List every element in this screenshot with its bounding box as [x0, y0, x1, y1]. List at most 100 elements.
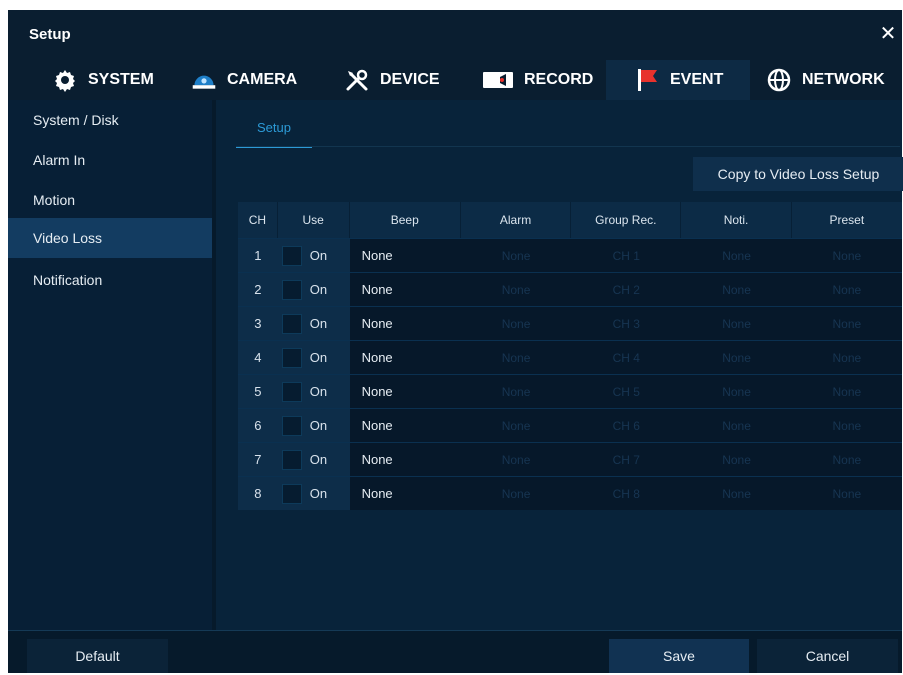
beep-select[interactable]: None [349, 442, 461, 476]
setup-window: Setup ✕ SYSTEM CAMERA DEVICE RECORD EVEN… [8, 10, 903, 673]
use-cell: On [277, 442, 350, 476]
use-checkbox[interactable] [281, 415, 302, 436]
use-label: On [309, 486, 328, 501]
ch-cell: 1 [238, 238, 278, 272]
use-toggle: On [278, 381, 350, 402]
use-label: On [309, 248, 328, 263]
beep-select[interactable]: None [349, 340, 461, 374]
use-checkbox[interactable] [281, 347, 302, 368]
group-rec-select: CH 2 [571, 272, 682, 306]
use-toggle: On [278, 415, 350, 436]
tab-label: RECORD [524, 71, 594, 88]
use-label: On [309, 282, 328, 297]
tab-label: EVENT [670, 71, 724, 88]
flag-icon [634, 67, 660, 93]
tab-device[interactable]: DEVICE [344, 60, 440, 100]
use-checkbox[interactable] [281, 245, 302, 266]
save-button[interactable]: Save [609, 639, 749, 673]
alarm-select: None [460, 238, 572, 272]
top-tab-bar: SYSTEM CAMERA DEVICE RECORD EVENT NETWOR… [8, 60, 902, 100]
beep-select[interactable]: None [349, 272, 461, 306]
beep-select[interactable]: None [349, 306, 461, 340]
ch-cell: 2 [238, 272, 278, 306]
ch-cell: 7 [238, 442, 278, 476]
alarm-select: None [460, 340, 572, 374]
use-cell: On [277, 476, 350, 510]
beep-select[interactable]: None [349, 408, 461, 442]
alarm-select: None [460, 476, 572, 510]
use-checkbox[interactable] [281, 313, 302, 334]
alarm-select: None [460, 272, 572, 306]
use-cell: On [277, 306, 350, 340]
alarm-select: None [460, 442, 572, 476]
default-button[interactable]: Default [27, 639, 168, 673]
tab-label: SYSTEM [88, 71, 154, 88]
group-rec-select: CH 1 [571, 238, 682, 272]
sidebar-item-notification[interactable]: Notification [8, 260, 212, 300]
use-cell: On [277, 272, 350, 306]
tab-setup[interactable]: Setup [236, 108, 312, 148]
column-header-noti: Noti. [681, 202, 792, 238]
noti-select: None [681, 408, 792, 442]
beep-select[interactable]: None [349, 374, 461, 408]
cancel-button[interactable]: Cancel [757, 639, 898, 673]
preset-select: None [791, 272, 902, 306]
gear-icon [52, 67, 78, 93]
main-panel: Setup Copy to Video Loss Setup CH Use Be… [216, 100, 903, 630]
noti-select: None [681, 272, 792, 306]
noti-select: None [681, 374, 792, 408]
group-rec-select: CH 3 [571, 306, 682, 340]
group-rec-select: CH 6 [571, 408, 682, 442]
noti-select: None [681, 442, 792, 476]
ch-cell: 3 [238, 306, 278, 340]
table-row: 8 On None None CH 8 None None [238, 476, 902, 510]
sidebar-item-alarm-in[interactable]: Alarm In [8, 140, 212, 180]
sidebar-item-video-loss[interactable]: Video Loss [8, 218, 212, 258]
record-icon [482, 67, 514, 93]
close-icon[interactable]: ✕ [878, 24, 898, 44]
use-toggle: On [278, 279, 350, 300]
use-checkbox[interactable] [281, 449, 302, 470]
sidebar-item-system-disk[interactable]: System / Disk [8, 100, 212, 140]
table-row: 3 On None None CH 3 None None [238, 306, 902, 340]
use-toggle: On [278, 245, 350, 266]
use-checkbox[interactable] [281, 279, 302, 300]
preset-select: None [791, 476, 902, 510]
divider [236, 146, 900, 147]
use-checkbox[interactable] [281, 381, 302, 402]
use-toggle: On [278, 449, 350, 470]
column-header-group-rec: Group Rec. [571, 202, 682, 238]
table-row: 5 On None None CH 5 None None [238, 374, 902, 408]
group-rec-select: CH 5 [571, 374, 682, 408]
table-row: 7 On None None CH 7 None None [238, 442, 902, 476]
window-title: Setup [29, 26, 71, 43]
tab-record[interactable]: RECORD [482, 60, 593, 100]
use-checkbox[interactable] [281, 483, 302, 504]
noti-select: None [681, 238, 792, 272]
beep-select[interactable]: None [349, 476, 461, 510]
use-cell: On [277, 408, 350, 442]
tab-system[interactable]: SYSTEM [52, 60, 154, 100]
use-label: On [309, 384, 328, 399]
preset-select: None [791, 408, 902, 442]
use-cell: On [277, 238, 350, 272]
table-row: 1 On None None CH 1 None None [238, 238, 902, 272]
tools-icon [344, 67, 370, 93]
column-header-beep: Beep [349, 202, 461, 238]
ch-cell: 8 [238, 476, 278, 510]
tab-event[interactable]: EVENT [606, 60, 750, 100]
preset-select: None [791, 306, 902, 340]
beep-select[interactable]: None [349, 238, 461, 272]
column-header-ch: CH [238, 202, 278, 238]
column-header-use: Use [277, 202, 350, 238]
copy-to-video-loss-setup-button[interactable]: Copy to Video Loss Setup [693, 157, 903, 191]
table-row: 6 On None None CH 6 None None [238, 408, 902, 442]
ch-cell: 4 [238, 340, 278, 374]
tab-camera[interactable]: CAMERA [191, 60, 297, 100]
sidebar-item-motion[interactable]: Motion [8, 180, 212, 220]
preset-select: None [791, 374, 902, 408]
table-row: 4 On None None CH 4 None None [238, 340, 902, 374]
tab-network[interactable]: NETWORK [766, 60, 885, 100]
group-rec-select: CH 7 [571, 442, 682, 476]
column-header-preset: Preset [791, 202, 902, 238]
